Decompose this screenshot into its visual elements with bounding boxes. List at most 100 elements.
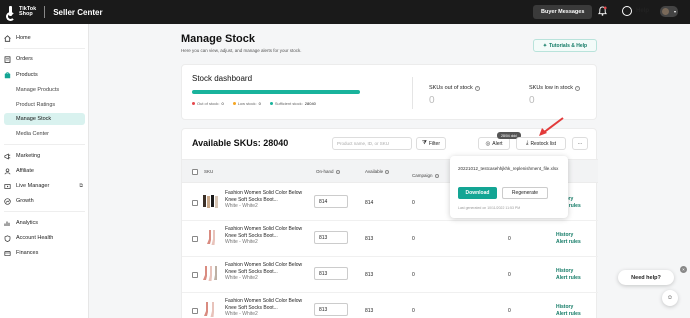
info-icon[interactable] [385, 169, 390, 174]
home-icon [4, 34, 11, 42]
row-checkbox[interactable] [192, 308, 198, 314]
on-hand-input[interactable]: 813 [314, 231, 348, 244]
chevron-down-icon: ▾ [673, 9, 676, 14]
search-input[interactable]: Product name, ID, or SKU [332, 137, 412, 150]
product-name[interactable]: Fashion Women Solid Color Below Knee Sof… [225, 262, 315, 275]
column-header-on-hand[interactable]: On-hand [316, 169, 340, 174]
chat-support-button[interactable]: ☺ [662, 290, 678, 306]
alert-rules-link[interactable]: Alert rules [556, 275, 581, 282]
product-name[interactable]: Fashion Women Solid Color Below Knee Sof… [225, 226, 315, 239]
history-link[interactable]: History [556, 304, 573, 311]
sidebar-item-analytics[interactable]: Analytics [0, 217, 89, 229]
on-hand-input[interactable]: 813 [314, 267, 348, 280]
divider [4, 211, 85, 212]
product-thumbnail[interactable] [202, 229, 220, 247]
product-name[interactable]: Fashion Women Solid Color Below Knee Sof… [225, 298, 315, 311]
info-icon[interactable]: ? [575, 85, 581, 91]
info-icon[interactable] [335, 169, 340, 174]
download-button[interactable]: Download [458, 187, 497, 199]
marketing-icon [4, 152, 11, 160]
product-name[interactable]: Fashion Women Solid Color Below Knee Sof… [225, 190, 315, 203]
growth-icon [4, 197, 11, 205]
sidebar-item-products[interactable]: Products [0, 69, 89, 81]
column-header-campaign[interactable]: Campaign [412, 173, 439, 178]
column-header-sku: SKU [204, 169, 214, 174]
row-checkbox[interactable] [192, 200, 198, 206]
restock-filename: 20221012_testcasehhjkhk_replenishment_fi… [458, 166, 559, 171]
restock-list-button[interactable]: ⤓ Restock list [516, 137, 566, 150]
tutorials-help-button[interactable]: ✦ Tutorials & Help [533, 39, 597, 52]
alert-label: Alert [492, 140, 503, 147]
info-icon[interactable]: ? [474, 85, 480, 91]
bell-icon[interactable] [598, 6, 607, 16]
account-health-icon [4, 234, 11, 242]
divider [4, 48, 85, 49]
sidebar-item-orders[interactable]: Orders [0, 53, 89, 65]
info-icon[interactable] [434, 173, 439, 178]
sidebar-item-affiliate[interactable]: Affiliate [0, 165, 89, 177]
alert-icon: ◎ [485, 140, 491, 147]
help-label[interactable]: Help [636, 8, 649, 14]
row-checkbox[interactable] [192, 272, 198, 278]
sidebar: Home Orders Products Manage Products Pro… [0, 24, 89, 318]
account-avatar[interactable]: ▾ [660, 6, 678, 17]
legend-label: Low stock: [237, 101, 257, 106]
on-hand-input[interactable]: 814 [314, 195, 348, 208]
sidebar-item-product-ratings[interactable]: Product Ratings [0, 99, 89, 111]
sidebar-item-live-manager[interactable]: Live Manager ⧉ [0, 180, 89, 192]
available-value: 813 [365, 308, 374, 314]
on-hand-input[interactable]: 813 [314, 303, 348, 316]
avatar-image [662, 8, 669, 15]
filter-label: Filter [428, 140, 441, 147]
history-link[interactable]: History [556, 232, 573, 239]
stock-legend: Out of stock: 0 Low stock: 0 Sufficient st… [192, 101, 325, 106]
campaign-value: 0 [412, 272, 415, 278]
table-row: Fashion Women Solid Color Below Knee Sof… [182, 293, 598, 318]
sidebar-item-media-center[interactable]: Media Center [0, 128, 89, 140]
sidebar-item-label: Analytics [16, 220, 39, 226]
affiliate-icon [4, 167, 11, 175]
sidebar-item-marketing[interactable]: Marketing [0, 150, 89, 162]
seller-center-title: Seller Center [53, 7, 103, 17]
sidebar-item-manage-products[interactable]: Manage Products [0, 84, 89, 96]
alert-rules-link[interactable]: Alert rules [556, 311, 581, 318]
red-dot-icon [192, 102, 195, 105]
stock-dashboard-card: Stock dashboard Out of stock: 0 Low stock… [181, 64, 597, 120]
download-icon: ⤓ [526, 140, 529, 146]
skus-out-of-stock-label: SKUs out of stock? [429, 85, 480, 91]
sidebar-item-account-health[interactable]: Account Health [0, 232, 89, 244]
help-circle-icon[interactable]: ? [622, 6, 632, 16]
buyer-messages-button[interactable]: Buyer Messages [533, 5, 593, 19]
alert-rules-link[interactable]: Alert rules [556, 239, 581, 246]
filter-button[interactable]: ⧩ Filter [416, 137, 446, 150]
sidebar-item-label: Media Center [16, 131, 50, 137]
campaign-value: 0 [412, 236, 415, 242]
analytics-icon [4, 220, 11, 227]
select-all-checkbox[interactable] [192, 169, 198, 175]
available-value: 813 [365, 236, 374, 242]
filter-icon: ⧩ [421, 140, 427, 146]
legend-low-stock: Low stock: 0 [232, 101, 261, 106]
legend-value: 0 [258, 101, 261, 106]
need-help-bubble[interactable]: Need help? [618, 270, 674, 285]
sidebar-item-finances[interactable]: Finances [0, 247, 89, 259]
legend-value: 0 [221, 101, 224, 106]
sidebar-item-home[interactable]: Home [0, 32, 89, 44]
stock-progress-bar [192, 90, 360, 94]
history-link[interactable]: History [556, 268, 573, 275]
tiktok-icon [6, 6, 16, 21]
column-header-available[interactable]: Available [365, 169, 390, 174]
row-checkbox[interactable] [192, 236, 198, 242]
product-thumbnail[interactable] [202, 265, 220, 283]
logo-line-2: Shop [19, 11, 33, 17]
close-icon[interactable]: × [680, 266, 687, 273]
product-thumbnail[interactable] [202, 193, 220, 211]
more-options-button[interactable]: ··· [572, 137, 588, 150]
regenerate-button[interactable]: Regenerate [502, 187, 548, 199]
tiktok-shop-logo[interactable]: TikTok Shop [6, 6, 36, 21]
product-thumbnail[interactable] [202, 301, 220, 318]
sidebar-item-manage-stock[interactable]: Manage Stock [4, 113, 85, 125]
search-placeholder: Product name, ID, or SKU [337, 141, 390, 146]
sidebar-item-growth[interactable]: Growth [0, 195, 89, 207]
finances-icon [4, 250, 11, 257]
